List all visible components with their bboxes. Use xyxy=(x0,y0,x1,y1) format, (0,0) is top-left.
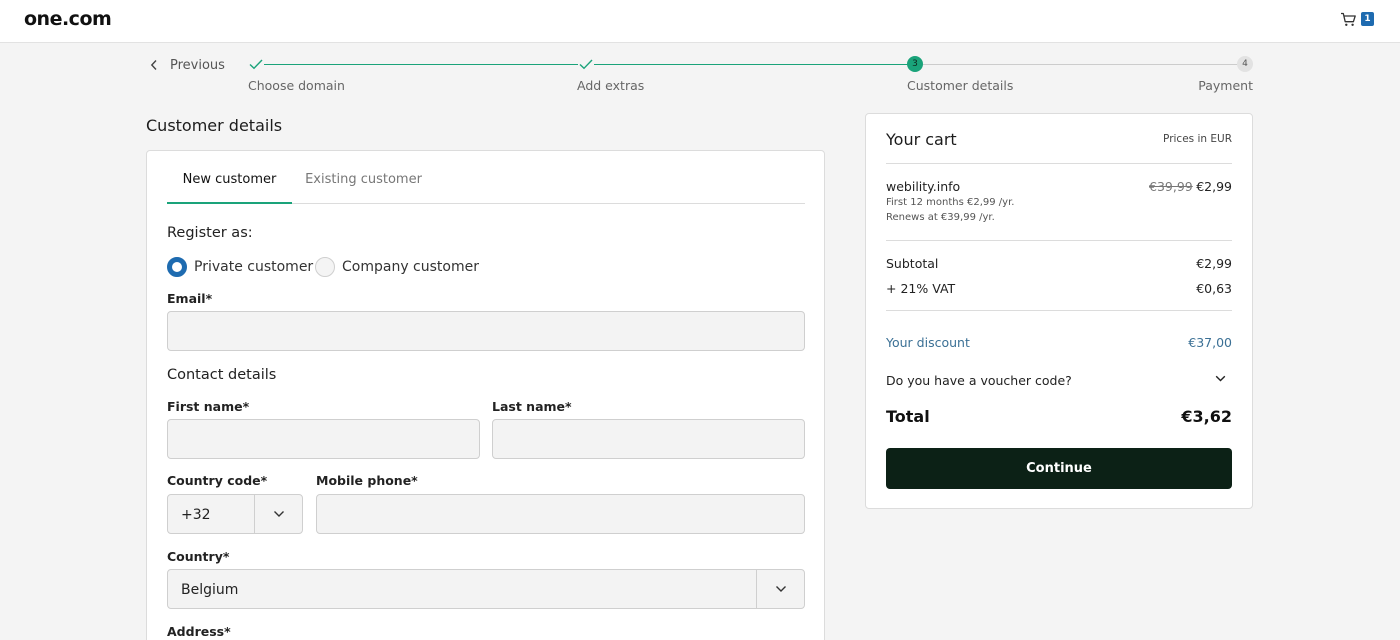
last-name-label: Last name* xyxy=(492,399,572,414)
email-field[interactable] xyxy=(167,311,805,351)
subtotal-value: €2,99 xyxy=(1196,256,1232,271)
last-name-field[interactable] xyxy=(492,419,805,459)
customer-tabs: New customer Existing customer xyxy=(167,151,805,204)
cart-count-badge: 1 xyxy=(1361,12,1374,26)
chevron-down-icon xyxy=(1215,375,1226,382)
chevron-left-icon xyxy=(150,60,157,70)
cart-button[interactable]: 1 xyxy=(1340,11,1376,31)
check-icon xyxy=(249,59,263,70)
step-connector-1 xyxy=(264,64,578,65)
divider xyxy=(886,310,1232,311)
country-arrow xyxy=(756,570,804,608)
radio-selected-icon xyxy=(167,257,187,277)
continue-button[interactable]: Continue xyxy=(886,448,1232,489)
country-label: Country* xyxy=(167,549,230,564)
vat-value: €0,63 xyxy=(1196,281,1232,296)
tab-existing-customer[interactable]: Existing customer xyxy=(292,151,435,204)
voucher-toggle[interactable]: Do you have a voucher code? xyxy=(886,370,1232,390)
country-code-label: Country code* xyxy=(167,473,268,488)
discount-label: Your discount xyxy=(886,335,970,350)
cart-icon xyxy=(1341,12,1356,26)
step-label-payment: Payment xyxy=(1198,78,1253,93)
vat-label: + 21% VAT xyxy=(886,281,956,296)
chevron-down-icon xyxy=(273,511,284,517)
cart-summary-panel: Your cart Prices in EUR webility.info €3… xyxy=(865,113,1253,509)
voucher-label: Do you have a voucher code? xyxy=(886,373,1072,388)
cart-item-old-price: €39,99 xyxy=(1149,179,1193,194)
step-connector-2 xyxy=(594,64,908,65)
check-icon xyxy=(579,59,593,70)
subtotal-label: Subtotal xyxy=(886,256,939,271)
first-name-field[interactable] xyxy=(167,419,480,459)
previous-link[interactable]: Previous xyxy=(150,56,225,74)
step-label-add-extras[interactable]: Add extras xyxy=(577,78,644,93)
country-select[interactable]: Belgium xyxy=(167,569,805,609)
previous-label: Previous xyxy=(170,57,225,73)
total-label: Total xyxy=(886,407,930,426)
cart-item-intro-note: First 12 months €2,99 /yr. xyxy=(886,197,1015,208)
address-label: Address* xyxy=(167,624,231,639)
total-value: €3,62 xyxy=(1181,407,1232,426)
cart-item-price: €2,99 xyxy=(1196,179,1232,194)
logo[interactable]: one.com xyxy=(24,8,112,30)
radio-company-customer[interactable]: Company customer xyxy=(315,256,479,278)
mobile-phone-label: Mobile phone* xyxy=(316,473,418,488)
divider xyxy=(886,163,1232,164)
mobile-phone-field[interactable] xyxy=(316,494,805,534)
cart-title: Your cart xyxy=(886,130,957,149)
register-as-heading: Register as: xyxy=(167,225,253,241)
country-value: Belgium xyxy=(181,582,239,598)
contact-details-heading: Contact details xyxy=(167,367,277,383)
cart-item-renewal-note: Renews at €39,99 /yr. xyxy=(886,212,995,223)
top-bar: one.com 1 xyxy=(0,0,1400,43)
radio-label: Private customer xyxy=(194,259,314,275)
step-number-upcoming: 4 xyxy=(1237,56,1253,72)
radio-label: Company customer xyxy=(342,259,479,275)
customer-form-card: New customer Existing customer xyxy=(146,150,825,640)
country-code-value: +32 xyxy=(181,507,211,523)
discount-value: €37,00 xyxy=(1188,335,1232,350)
step-number-current: 3 xyxy=(907,56,923,72)
step-label-choose-domain[interactable]: Choose domain xyxy=(248,78,345,93)
email-label: Email* xyxy=(167,291,213,306)
radio-unselected-icon xyxy=(315,257,335,277)
page-title: Customer details xyxy=(146,116,283,135)
step-connector-3 xyxy=(923,64,1237,65)
country-code-arrow xyxy=(254,495,302,533)
prices-currency-note: Prices in EUR xyxy=(1163,133,1232,145)
first-name-label: First name* xyxy=(167,399,250,414)
divider xyxy=(886,240,1232,241)
radio-private-customer[interactable]: Private customer xyxy=(167,256,313,278)
country-code-select[interactable]: +32 xyxy=(167,494,303,534)
step-label-customer-details: Customer details xyxy=(907,78,1014,93)
cart-item-name: webility.info xyxy=(886,179,961,194)
tab-new-customer[interactable]: New customer xyxy=(167,151,292,204)
chevron-down-icon xyxy=(775,586,786,592)
